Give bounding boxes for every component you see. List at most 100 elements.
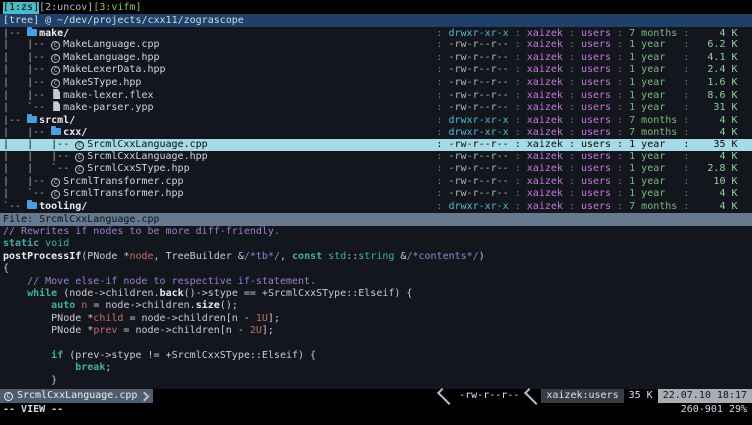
tmux-window-3[interactable]: [3:vifm] bbox=[93, 2, 141, 14]
permissions: drwxr-xr-x bbox=[449, 127, 509, 138]
file-name: cxx/ bbox=[63, 127, 87, 138]
code-line: PNode *prev = node->children[n - 2U]; bbox=[3, 325, 752, 337]
permissions: drwxr-xr-x bbox=[449, 28, 509, 39]
tree-row[interactable]: | |-- CMakeLexerData.hpp : -rw-r--r-- : … bbox=[0, 64, 752, 76]
tree-branch: | | |-- bbox=[3, 139, 75, 150]
path-bar: [tree] @ ~/dev/projects/cxx11/zograscope bbox=[0, 14, 752, 27]
command-line-bar: -- VIEW -- 260-901 29% bbox=[0, 403, 752, 416]
cpp-icon: C bbox=[51, 178, 60, 187]
tree-row[interactable]: `-- tooling/ : drwxr-xr-x : xaizek : use… bbox=[0, 200, 752, 212]
tmux-window-2[interactable]: [2:uncov] bbox=[39, 2, 93, 14]
tree-branch: | |-- bbox=[3, 39, 51, 50]
statusbar-file-segment: C SrcmlCxxLanguage.cpp bbox=[0, 389, 153, 403]
tree-row[interactable]: | |-- CMakeLanguage.hpp : -rw-r--r-- : x… bbox=[0, 52, 752, 64]
code-line: } bbox=[3, 375, 752, 387]
tree-row[interactable]: | | |-- CSrcmlCxxLanguage.hpp : -rw-r--r… bbox=[0, 151, 752, 163]
file-name: MakeLexerData.hpp bbox=[63, 64, 165, 75]
cpp-icon: C bbox=[51, 79, 60, 88]
group-name: users bbox=[581, 176, 611, 187]
tree-row[interactable]: | |-- CSrcmlTransformer.cpp : -rw-r--r--… bbox=[0, 176, 752, 188]
tree-row[interactable]: | `-- CSrcmlTransformer.hpp : -rw-r--r--… bbox=[0, 188, 752, 200]
tree-branch: |-- bbox=[3, 28, 27, 39]
cpp-icon: C bbox=[75, 141, 84, 150]
permissions: drwxr-xr-x bbox=[449, 201, 509, 212]
group-name: users bbox=[581, 127, 611, 138]
owner-name: xaizek bbox=[527, 151, 563, 162]
modified-time: 1 year bbox=[629, 102, 677, 113]
tree-row[interactable]: |-- srcml/ : drwxr-xr-x : xaizek : users… bbox=[0, 114, 752, 126]
permissions: -rw-r--r-- bbox=[449, 52, 509, 63]
tree-row[interactable]: | |-- make-lexer.flex : -rw-r--r-- : xai… bbox=[0, 89, 752, 101]
file-size: 10 K bbox=[695, 176, 737, 187]
code-line: // Rewrites if nodes to be more diff-fri… bbox=[3, 226, 752, 238]
owner-name: xaizek bbox=[527, 52, 563, 63]
owner-name: xaizek bbox=[527, 127, 563, 138]
tree-branch: | |-- bbox=[3, 77, 51, 88]
preview-file-label: File: SrcmlCxxLanguage.cpp bbox=[3, 214, 160, 225]
permissions: -rw-r--r-- bbox=[449, 64, 509, 75]
file-name: MakeSType.hpp bbox=[63, 77, 141, 88]
file-size: 2.8 K bbox=[695, 163, 737, 174]
tree-branch: `-- bbox=[3, 201, 27, 212]
modified-time: 1 year bbox=[629, 163, 677, 174]
file-name: SrcmlCxxLanguage.hpp bbox=[87, 151, 207, 162]
cpp-file-icon: C bbox=[4, 392, 13, 401]
cpp-icon: C bbox=[51, 66, 60, 75]
tree-row[interactable]: | `-- make-parser.ypp : -rw-r--r-- : xai… bbox=[0, 101, 752, 113]
folder-icon bbox=[27, 200, 39, 210]
owner-name: xaizek bbox=[527, 77, 563, 88]
modified-time: 7 months bbox=[629, 28, 677, 39]
folder-icon bbox=[27, 27, 39, 37]
statusbar-mtime: 22.07.10 18:17 bbox=[658, 389, 752, 403]
tree-branch: | |-- bbox=[3, 90, 51, 101]
statusbar-filename: SrcmlCxxLanguage.cpp bbox=[17, 389, 137, 403]
modified-time: 1 year bbox=[629, 151, 677, 162]
owner-name: xaizek bbox=[527, 139, 563, 150]
tree-row[interactable]: | |-- CMakeSType.hpp : -rw-r--r-- : xaiz… bbox=[0, 77, 752, 89]
owner-name: xaizek bbox=[527, 201, 563, 212]
owner-name: xaizek bbox=[527, 90, 563, 101]
file-size: 6.2 K bbox=[695, 39, 737, 50]
status-bar: C SrcmlCxxLanguage.cpp -rw-r--r-- xaizek… bbox=[0, 389, 752, 403]
tree-branch: | `-- bbox=[3, 102, 51, 113]
permissions: -rw-r--r-- bbox=[449, 163, 509, 174]
permissions: -rw-r--r-- bbox=[449, 39, 509, 50]
file-name: SrcmlCxxLanguage.cpp bbox=[87, 139, 207, 150]
group-name: users bbox=[581, 163, 611, 174]
tree-branch: | |-- bbox=[3, 52, 51, 63]
owner-name: xaizek bbox=[527, 28, 563, 39]
code-line: auto n = node->children.size(); bbox=[3, 300, 752, 312]
tree-row[interactable]: | |-- CMakeLanguage.cpp : -rw-r--r-- : x… bbox=[0, 39, 752, 51]
file-size: 4 K bbox=[695, 151, 737, 162]
current-path: [tree] @ ~/dev/projects/cxx11/zograscope bbox=[3, 15, 244, 26]
group-name: users bbox=[581, 102, 611, 113]
group-name: users bbox=[581, 139, 611, 150]
cpp-icon: C bbox=[75, 153, 84, 162]
tmux-window-1[interactable]: [1:zs] bbox=[3, 2, 39, 14]
preview-header: File: SrcmlCxxLanguage.cpp bbox=[0, 213, 752, 226]
file-name: SrcmlCxxSType.hpp bbox=[87, 163, 189, 174]
code-line: PNode *child = node->children[n - 1U]; bbox=[3, 313, 752, 325]
owner-name: xaizek bbox=[527, 188, 563, 199]
position-indicator: 260-901 29% bbox=[681, 403, 747, 416]
folder-icon bbox=[51, 126, 63, 136]
file-name: SrcmlTransformer.hpp bbox=[63, 188, 183, 199]
tree-row[interactable]: | | `-- CSrcmlCxxSType.hpp : -rw-r--r-- … bbox=[0, 163, 752, 175]
tree-branch: | |-- bbox=[3, 176, 51, 187]
tree-branch: | | |-- bbox=[3, 151, 75, 162]
group-name: users bbox=[581, 115, 611, 126]
modified-time: 1 year bbox=[629, 39, 677, 50]
file-name: srcml/ bbox=[39, 115, 75, 126]
chevron-left-icon bbox=[524, 388, 541, 405]
file-size: 4 K bbox=[695, 188, 737, 199]
statusbar-size: 35 K bbox=[624, 389, 658, 403]
statusbar-info-segment: -rw-r--r-- xaizek:users 35 K 22.07.10 18… bbox=[437, 389, 752, 403]
tree-row[interactable]: | |-- cxx/ : drwxr-xr-x : xaizek : users… bbox=[0, 126, 752, 138]
tree-row[interactable]: |-- make/ : drwxr-xr-x : xaizek : users … bbox=[0, 27, 752, 39]
cpp-icon: C bbox=[51, 41, 60, 50]
code-line: // Move else-if node to respective if-st… bbox=[3, 276, 752, 288]
tree-branch: | | `-- bbox=[3, 163, 75, 174]
modified-time: 1 year bbox=[629, 176, 677, 187]
tree-row[interactable]: | | |-- CSrcmlCxxLanguage.cpp : -rw-r--r… bbox=[0, 139, 752, 151]
file-size: 4 K bbox=[695, 127, 737, 138]
